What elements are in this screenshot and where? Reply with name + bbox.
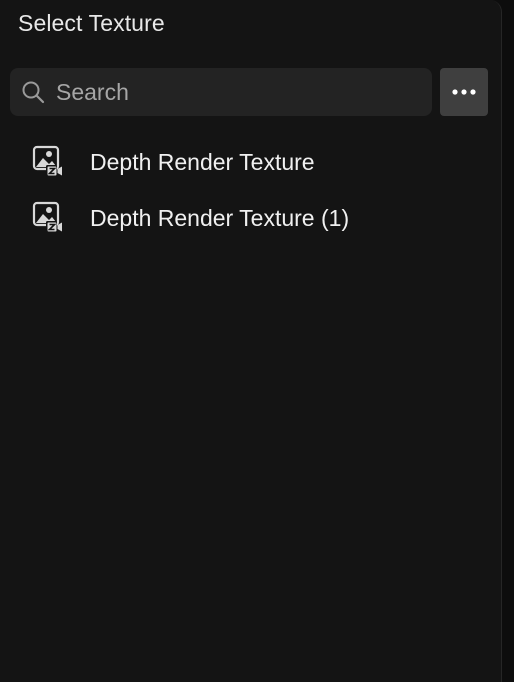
texture-list: Depth Render Texture Depth Render Textur… (0, 134, 500, 246)
search-input[interactable] (56, 68, 432, 116)
list-item-label: Depth Render Texture (90, 148, 315, 175)
more-horizontal-icon (451, 83, 477, 101)
list-item[interactable]: Depth Render Texture (1) (0, 190, 500, 246)
depth-render-texture-icon (32, 145, 66, 179)
list-item-label: Depth Render Texture (1) (90, 204, 350, 231)
panel-title: Select Texture (18, 10, 165, 36)
more-options-button[interactable] (440, 68, 488, 116)
search-icon (20, 79, 46, 105)
select-texture-panel: Select Texture Search Depth Render Textu… (0, 0, 502, 682)
list-item[interactable]: Depth Render Texture (0, 134, 500, 190)
search-field[interactable] (10, 68, 432, 116)
depth-render-texture-icon (32, 201, 66, 235)
